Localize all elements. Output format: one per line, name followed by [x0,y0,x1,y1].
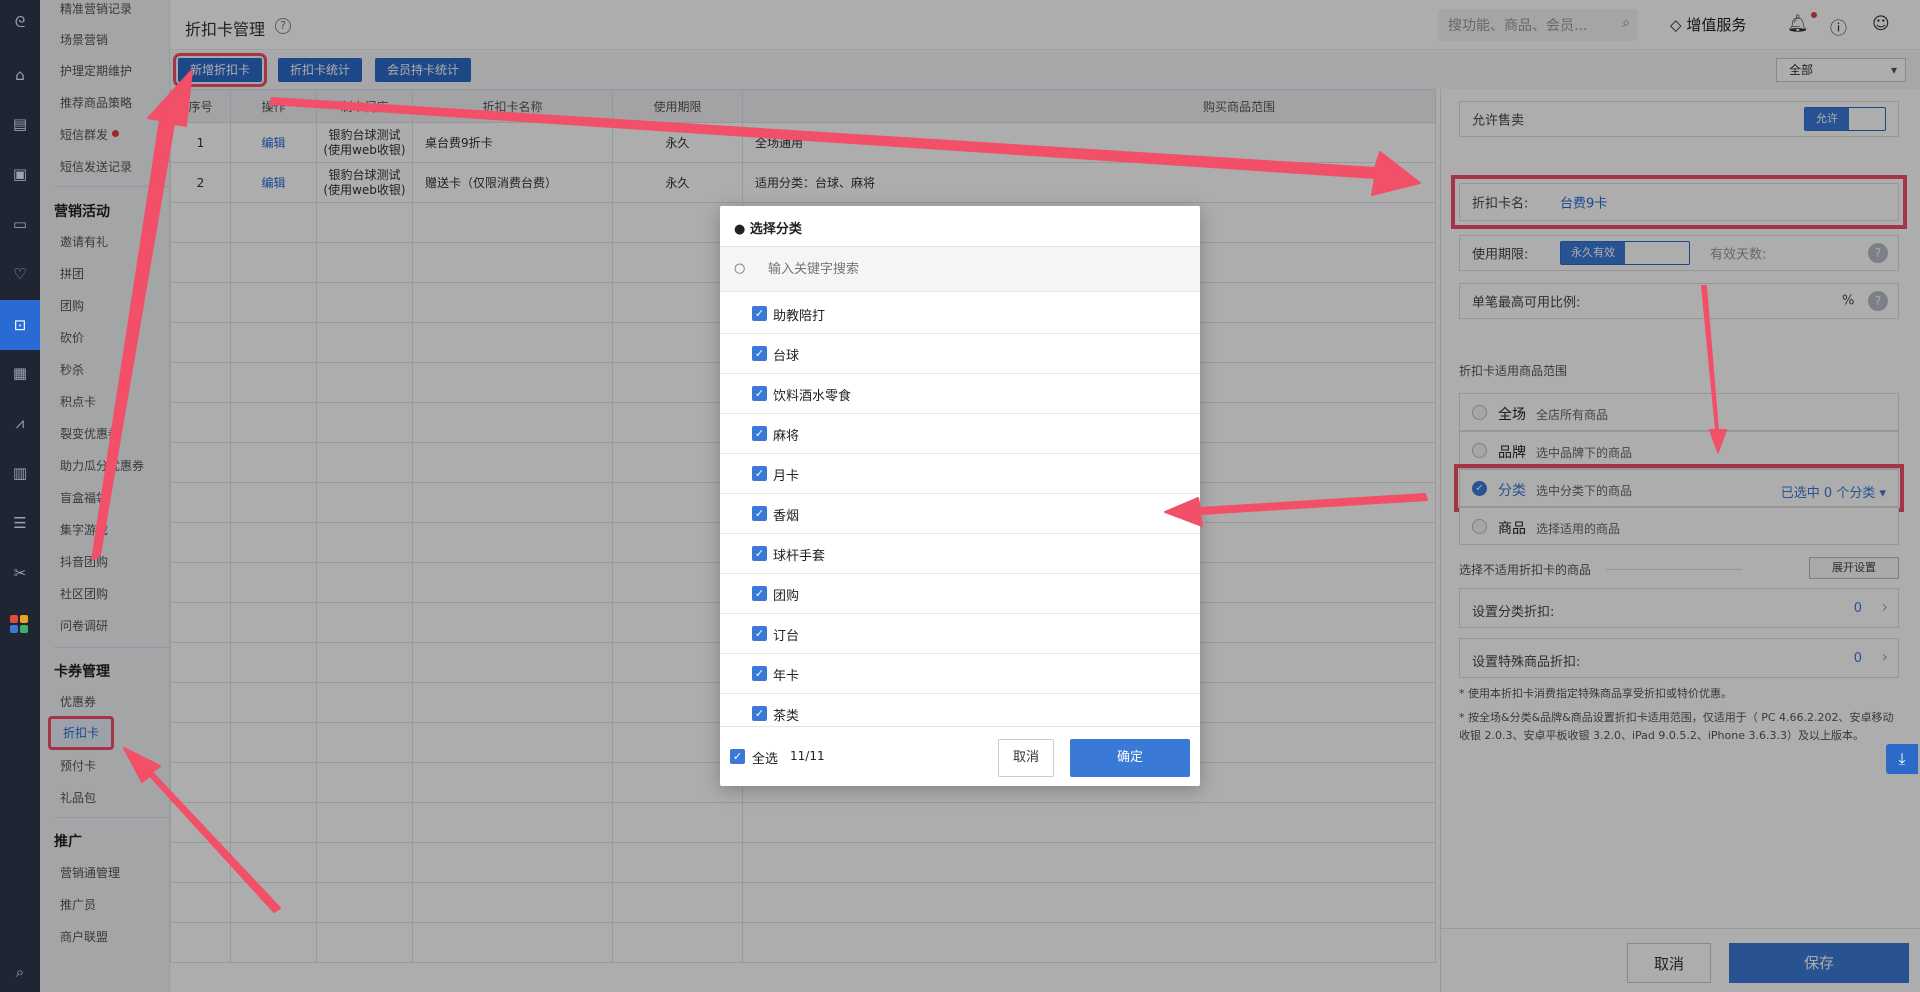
checkbox-checked-icon[interactable]: ✓ [752,466,767,481]
category-item[interactable]: ✓ 球杆手套 [720,534,1200,574]
category-item[interactable]: ✓ 订台 [720,614,1200,654]
category-item[interactable]: ✓ 茶类 [720,694,1200,726]
select-all-checkbox-icon[interactable]: ✓ [730,749,745,764]
selected-count: 11/11 [790,749,825,763]
modal-cancel-button[interactable]: 取消 [998,739,1054,777]
checkbox-checked-icon[interactable]: ✓ [752,546,767,561]
checkbox-checked-icon[interactable]: ✓ [752,626,767,641]
category-label: 团购 [773,589,800,604]
category-item[interactable]: ✓ 台球 [720,334,1200,374]
checkbox-checked-icon[interactable]: ✓ [752,306,767,321]
modal-title: ● 选择分类 [734,222,802,237]
apps-icon[interactable] [10,615,28,633]
category-label: 饮料酒水零食 [773,389,852,404]
category-label: 麻将 [773,429,800,444]
category-label: 助教陪打 [773,309,826,324]
modal-confirm-button[interactable]: 确定 [1070,739,1190,777]
modal-search: ○ [720,246,1200,292]
category-item[interactable]: ✓ 年卡 [720,654,1200,694]
category-item[interactable]: ✓ 团购 [720,574,1200,614]
tools-icon[interactable]: ✂ [10,563,30,583]
search-icon: ○ [734,261,746,276]
home-icon[interactable]: ⌂ [10,65,30,85]
select-category-modal: ● 选择分类 ○ ✓ 助教陪打 ✓ 台球 ✓ 饮料酒水零食 ✓ 麻将 ✓ 月卡 ✓ 香烟 ✓… [720,206,1200,786]
search-menu-icon[interactable]: ⌕ [10,962,30,982]
member-icon[interactable]: ♡ [10,264,30,284]
icon-rail: ᘓ ⌂ ▤ ▣ ▭ ♡ ⊡ ▦ ⩘ ▥ ☰ ✂ ⌕ [0,0,40,992]
category-label: 月卡 [773,469,800,484]
category-label: 球杆手套 [773,549,826,564]
checkbox-checked-icon[interactable]: ✓ [752,386,767,401]
select-all-label: 全选 [752,752,779,767]
inventory-icon[interactable]: ▭ [10,214,30,234]
checkbox-checked-icon[interactable]: ✓ [752,586,767,601]
category-label: 茶类 [773,709,800,724]
category-item[interactable]: ✓ 麻将 [720,414,1200,454]
settings-icon[interactable]: ☰ [10,513,30,533]
category-label: 订台 [773,629,800,644]
staff-icon[interactable]: ▦ [10,363,30,383]
category-item[interactable]: ✓ 月卡 [720,454,1200,494]
modal-footer: ✓ 全选 11/11 取消 确定 [720,726,1200,786]
category-search-input[interactable] [768,257,1168,281]
marketing-icon[interactable]: ⊡ [0,300,40,350]
checkbox-checked-icon[interactable]: ✓ [752,426,767,441]
download-icon[interactable]: ⤓ [1886,744,1918,774]
checkbox-checked-icon[interactable]: ✓ [752,346,767,361]
category-item[interactable]: ✓ 饮料酒水零食 [720,374,1200,414]
document-icon[interactable]: ▤ [10,114,30,134]
category-label: 年卡 [773,669,800,684]
bill-icon[interactable]: ▥ [10,463,30,483]
category-item[interactable]: ✓ 香烟 [720,494,1200,534]
category-label: 香烟 [773,509,800,524]
checkbox-checked-icon[interactable]: ✓ [752,666,767,681]
report-icon[interactable]: ⩘ [10,413,30,433]
category-label: 台球 [773,349,800,364]
product-icon[interactable]: ▣ [10,164,30,184]
category-list: ✓ 助教陪打 ✓ 台球 ✓ 饮料酒水零食 ✓ 麻将 ✓ 月卡 ✓ 香烟 ✓ 球杆手套 ✓ 团购 … [720,294,1200,726]
logo-icon: ᘓ [14,13,26,31]
checkbox-checked-icon[interactable]: ✓ [752,706,767,721]
category-item[interactable]: ✓ 助教陪打 [720,294,1200,334]
checkbox-checked-icon[interactable]: ✓ [752,506,767,521]
